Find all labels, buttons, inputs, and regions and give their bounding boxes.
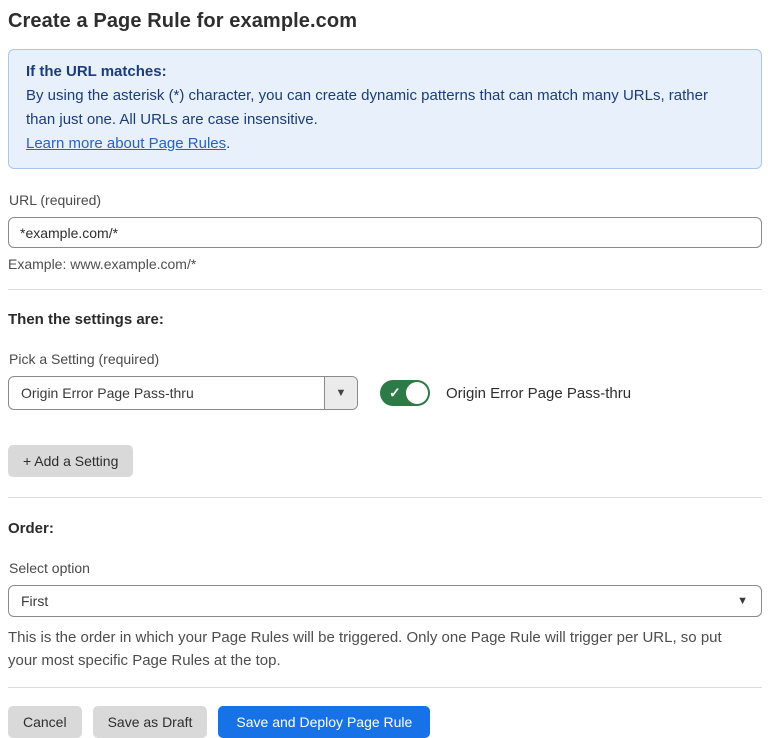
- settings-section-heading: Then the settings are:: [8, 311, 164, 328]
- order-helper-text: This is the order in which your Page Rul…: [8, 629, 722, 669]
- order-select[interactable]: First ▼: [8, 585, 762, 617]
- chevron-down-icon: ▼: [737, 595, 748, 607]
- order-select-label: Select option: [9, 560, 90, 576]
- check-icon: ✓: [389, 384, 401, 401]
- add-setting-button[interactable]: + Add a Setting: [8, 445, 134, 477]
- page-rule-form: Create a Page Rule for example.com If th…: [0, 0, 770, 738]
- setting-toggle-label: Origin Error Page Pass-thru: [446, 384, 632, 402]
- toggle-knob: [406, 382, 428, 404]
- setting-dropdown[interactable]: Origin Error Page Pass-thru ▼: [8, 376, 358, 410]
- info-box-heading: If the URL matches:: [26, 63, 167, 80]
- url-field-helper: Example: www.example.com/*: [8, 256, 197, 272]
- pick-setting-label: Pick a Setting (required): [9, 351, 160, 367]
- page-title: Create a Page Rule for example.com: [8, 10, 358, 32]
- divider: [8, 687, 762, 688]
- url-input[interactable]: [8, 217, 762, 248]
- save-draft-button[interactable]: Save as Draft: [92, 706, 208, 738]
- save-deploy-button[interactable]: Save and Deploy Page Rule: [218, 706, 431, 738]
- order-section-heading: Order:: [8, 520, 54, 537]
- footer-actions: Cancel Save as Draft Save and Deploy Pag…: [8, 706, 762, 738]
- url-match-info-box: If the URL matches: By using the asteris…: [8, 49, 762, 169]
- link-suffix: .: [226, 135, 231, 152]
- cancel-button[interactable]: Cancel: [8, 706, 82, 738]
- setting-dropdown-arrow-button[interactable]: ▼: [324, 377, 357, 409]
- info-box-link-line: Learn more about Page Rules.: [26, 132, 744, 156]
- learn-more-link[interactable]: Learn more about Page Rules: [26, 135, 226, 152]
- info-box-body: By using the asterisk (*) character, you…: [26, 87, 708, 128]
- setting-toggle[interactable]: ✓: [380, 380, 430, 406]
- divider: [8, 289, 762, 290]
- order-select-value: First: [21, 593, 49, 609]
- divider: [8, 497, 762, 498]
- url-field-label: URL (required): [9, 192, 102, 208]
- setting-dropdown-value: Origin Error Page Pass-thru: [21, 385, 194, 401]
- chevron-down-icon: ▼: [335, 387, 347, 399]
- setting-row: Origin Error Page Pass-thru ▼ ✓ Origin E…: [8, 376, 762, 410]
